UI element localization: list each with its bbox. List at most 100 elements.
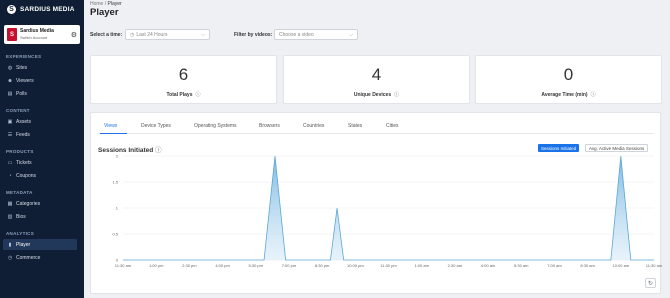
sidebar-item-label: Commerce (16, 254, 41, 261)
sidebar-item-label: Polls (16, 90, 27, 97)
chart-title-text: Sessions Initiated (98, 147, 154, 154)
tab-device-types[interactable]: Device Types (141, 123, 171, 129)
analytics-panel: Views Device Types Operating Systems Bro… (90, 112, 662, 294)
sidebar: S SARDIUS MEDIA S Sardius Media Switch A… (0, 0, 84, 298)
sidebar-item-label: Categories (16, 200, 41, 207)
time-select[interactable]: ◷ Last 24 Hours ⌵ (125, 29, 210, 40)
sidebar-item-label: Sites (16, 64, 28, 71)
stat-card-average-time: 0 Average Time (min) ⓘ (475, 55, 662, 104)
active-tab-indicator (100, 133, 127, 134)
sidebar-item-feeds[interactable]: ☰ Feeds (3, 129, 77, 140)
time-select-value: Last 24 Hours (136, 31, 168, 38)
stat-label: Average Time (min) (541, 92, 588, 98)
commerce-icon: ◷ (7, 254, 13, 261)
x-tick-label: 4:00 pm (215, 263, 230, 268)
sidebar-item-sites[interactable]: ◍ Sites (3, 62, 77, 73)
sidebar-item-commerce[interactable]: ◷ Commerce (3, 252, 77, 263)
section-products: PRODUCTS (6, 149, 34, 154)
section-experiences: EXPERIENCES (6, 54, 42, 59)
y-tick-label: 2 (116, 154, 119, 159)
sidebar-item-label: Coupons (16, 172, 37, 179)
category-icon: ▦ (7, 200, 13, 207)
stat-label: Unique Devices (353, 92, 392, 98)
toggle-avg-active-sessions[interactable]: Avg. Active Media Sessions (585, 144, 649, 152)
asset-icon: ▣ (7, 118, 13, 125)
toggle-sessions-initiated[interactable]: Sessions Initiated (538, 144, 580, 152)
sessions-line (123, 155, 654, 261)
brand-name: SARDIUS MEDIA (20, 5, 75, 13)
brand-logo[interactable]: S SARDIUS MEDIA (0, 0, 84, 18)
sidebar-item-label: Feeds (16, 131, 30, 138)
y-tick-label: 1.5 (112, 180, 118, 185)
video-filter-label: Filter by videos: (234, 32, 273, 38)
y-tick-label: 0 (116, 258, 119, 263)
sidebar-item-viewers[interactable]: ☻ Viewers (3, 75, 77, 86)
sidebar-item-tickets[interactable]: ▭ Tickets (3, 157, 77, 168)
tab-operating-systems[interactable]: Operating Systems (194, 123, 237, 129)
feed-icon: ☰ (7, 131, 13, 138)
tab-bar: Views Device Types Operating Systems Bro… (97, 120, 654, 134)
stat-value: 6 (178, 65, 189, 84)
x-tick-label: 11:30 am (115, 263, 132, 268)
brand-mark-icon: S (7, 4, 16, 14)
stat-card-unique-devices: 4 Unique Devices ⓘ (283, 55, 470, 104)
x-tick-label: 2:30 pm (182, 263, 197, 268)
poll-icon: ▤ (7, 90, 13, 97)
info-icon[interactable]: ⓘ (591, 92, 596, 98)
player-icon: ▮ (8, 241, 12, 248)
account-switcher[interactable]: S Sardius Media Switch Account ⚙ (4, 25, 80, 44)
x-tick-label: 10:00 pm (347, 263, 364, 268)
stat-label: Total Plays (166, 92, 193, 98)
y-tick-label: 0.5 (112, 232, 118, 237)
switch-account-link[interactable]: Switch Account (20, 35, 68, 41)
sidebar-item-label: Viewers (16, 77, 34, 84)
tab-views[interactable]: Views (104, 123, 117, 129)
chevron-down-icon: ⌵ (201, 31, 205, 38)
tab-states[interactable]: States (348, 123, 362, 129)
tab-countries[interactable]: Countries (303, 123, 324, 129)
x-tick-label: 10:00 am (612, 263, 629, 268)
x-tick-label: 8:30 am (580, 263, 595, 268)
sidebar-item-label: Player (16, 241, 31, 248)
x-tick-label: 1:00 am (414, 263, 429, 268)
x-tick-label: 2:30 am (448, 263, 463, 268)
sidebar-item-bios[interactable]: ▥ Bios (3, 211, 77, 222)
x-tick-label: 11:30 am (646, 263, 662, 268)
section-analytics: ANALYTICS (6, 231, 35, 236)
x-tick-label: 5:30 pm (249, 263, 264, 268)
info-icon[interactable]: ⓘ (196, 92, 201, 98)
tab-browsers[interactable]: Browsers (259, 123, 280, 129)
chart-title: Sessions Initiated ⓘ (98, 144, 162, 154)
x-tick-label: 11:30 pm (380, 263, 397, 268)
gear-icon[interactable]: ⚙ (71, 31, 77, 39)
x-tick-label: 1:00 pm (149, 263, 164, 268)
coupon-icon: ◔ (8, 172, 12, 179)
account-logo: S (7, 28, 17, 41)
bio-icon: ▥ (7, 213, 13, 220)
globe-icon: ◍ (7, 64, 13, 71)
sidebar-item-assets[interactable]: ▣ Assets (3, 116, 77, 127)
section-content: CONTENT (6, 108, 30, 113)
video-select-placeholder: Choose a video (279, 31, 314, 38)
sidebar-item-coupons[interactable]: ◔ Coupons (3, 170, 77, 181)
sessions-area (123, 156, 654, 260)
refresh-icon[interactable]: ↻ (645, 278, 656, 288)
section-metadata: METADATA (6, 190, 33, 195)
x-tick-label: 4:00 am (481, 263, 496, 268)
info-icon[interactable]: ⓘ (394, 92, 399, 98)
sidebar-item-polls[interactable]: ▤ Polls (3, 88, 77, 99)
x-tick-label: 7:00 pm (282, 263, 297, 268)
sidebar-item-categories[interactable]: ▦ Categories (3, 198, 77, 209)
info-icon[interactable]: ⓘ (155, 147, 162, 154)
stat-card-total-plays: 6 Total Plays ⓘ (90, 55, 277, 104)
sidebar-item-label: Tickets (16, 159, 32, 166)
stat-value: 4 (371, 65, 382, 84)
x-tick-label: 8:30 pm (315, 263, 330, 268)
stat-value: 0 (563, 65, 574, 84)
sidebar-item-label: Assets (16, 118, 32, 125)
video-select[interactable]: Choose a video ⌵ (274, 29, 358, 40)
sidebar-item-label: Bios (16, 213, 26, 220)
sidebar-item-player[interactable]: ▮ Player (3, 239, 77, 250)
tab-cities[interactable]: Cities (386, 123, 399, 129)
time-filter-label: Select a time: (90, 32, 123, 38)
